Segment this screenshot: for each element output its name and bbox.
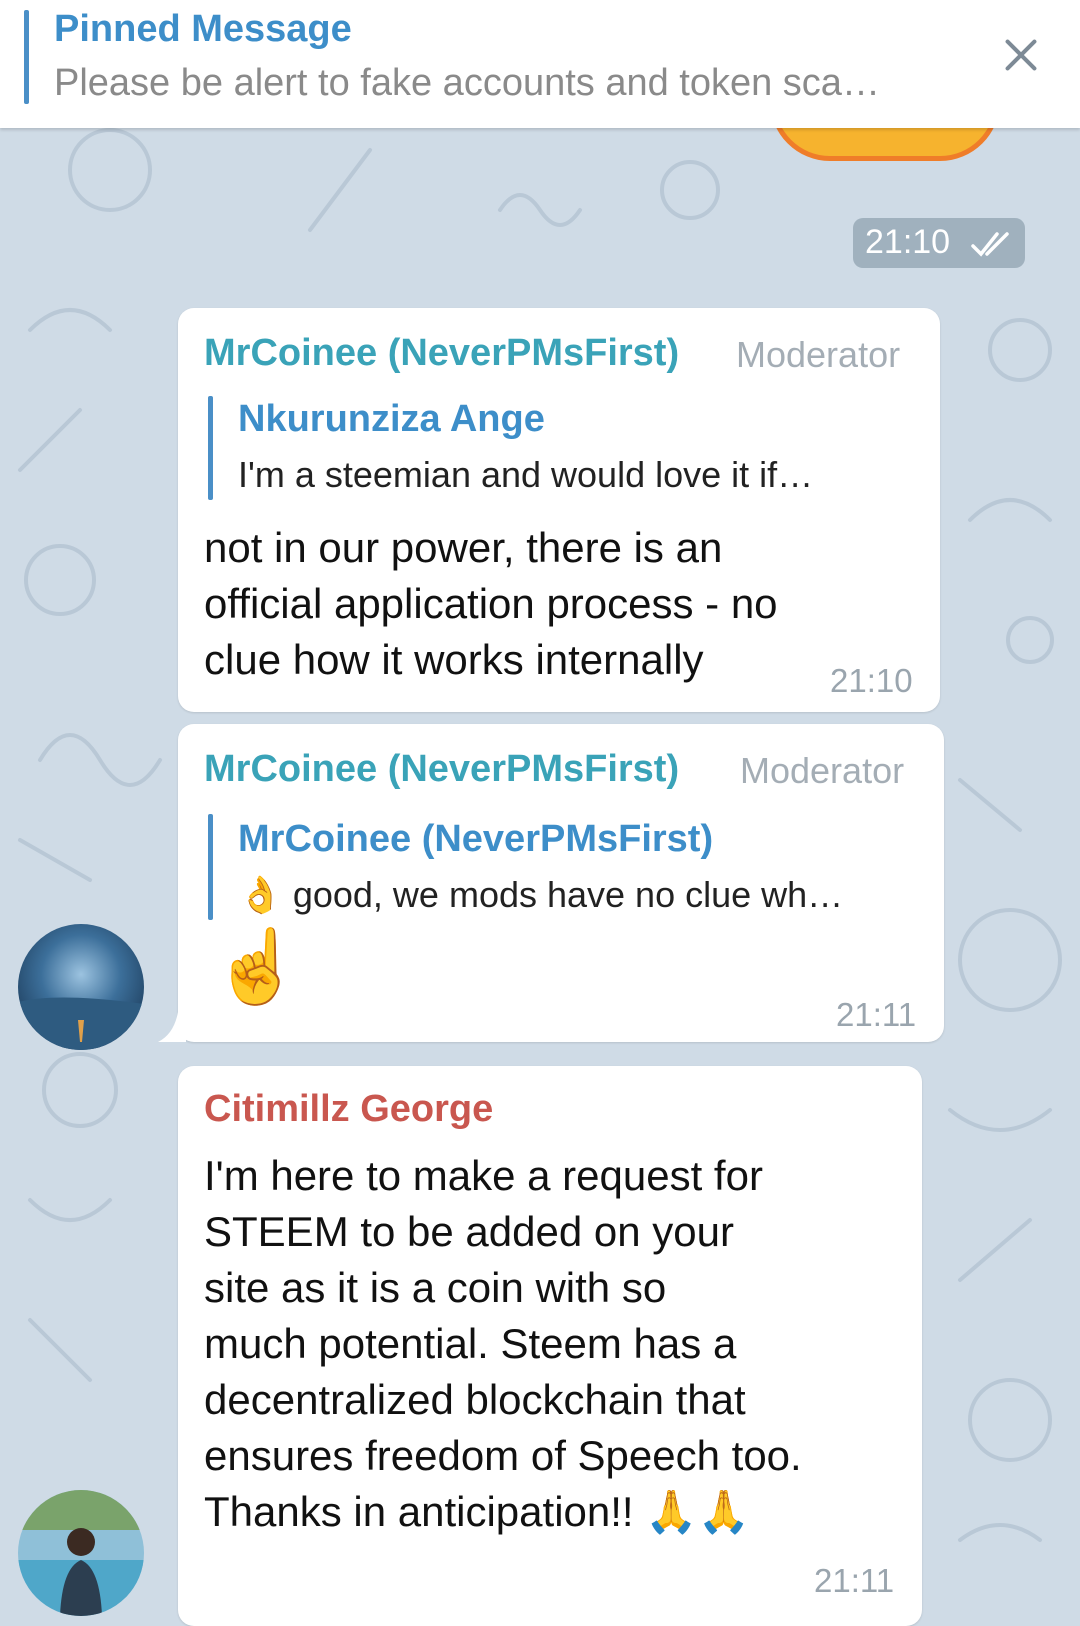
- message-line: STEEM to be added on your: [204, 1208, 734, 1255]
- ok-hand-emoji: 👌: [238, 874, 283, 915]
- sender-name[interactable]: MrCoinee (NeverPMsFirst): [204, 332, 679, 375]
- sender-name[interactable]: MrCoinee (NeverPMsFirst): [204, 748, 679, 791]
- message-line: clue how it works internally: [204, 636, 704, 683]
- message-time: 21:11: [836, 996, 917, 1033]
- message-line: I'm here to make a request for: [204, 1152, 763, 1199]
- message-line: official application process - no: [204, 580, 778, 627]
- reply-accent-bar: [208, 396, 213, 500]
- bubble-tail: [158, 1012, 186, 1042]
- avatar-pool: [18, 1490, 144, 1616]
- message-text: not in our power, there is an official a…: [204, 520, 778, 688]
- own-message-time-text: 21:10: [865, 223, 951, 261]
- avatar[interactable]: [18, 1490, 144, 1616]
- message-line: decentralized blockchain that: [204, 1376, 746, 1423]
- message-line: much potential. Steem has a: [204, 1320, 737, 1367]
- pinned-title: Pinned Message: [54, 8, 352, 50]
- message-bubble[interactable]: MrCoinee (NeverPMsFirst) Moderator MrCoi…: [178, 724, 944, 1042]
- pinned-message-bar[interactable]: Pinned Message Please be alert to fake a…: [0, 0, 1080, 128]
- reply-accent-bar: [208, 814, 213, 920]
- message-bubble[interactable]: Citimillz George I'm here to make a requ…: [178, 1066, 922, 1626]
- reply-name[interactable]: MrCoinee (NeverPMsFirst): [238, 818, 713, 861]
- message-time: 21:11: [814, 1562, 895, 1599]
- avatar[interactable]: [18, 924, 144, 1050]
- role-badge: Moderator: [740, 750, 905, 791]
- double-check-icon: [971, 232, 1009, 257]
- reply-text[interactable]: 👌 good, we mods have no clue wh…: [238, 874, 843, 916]
- message-line: site as it is a coin with so: [204, 1264, 667, 1311]
- pinned-accent-bar: [24, 10, 29, 104]
- close-icon[interactable]: [996, 30, 1046, 80]
- own-message-time: 21:10: [853, 218, 1025, 268]
- message-line: Thanks in anticipation!! 🙏🙏: [204, 1488, 750, 1535]
- sender-name[interactable]: Citimillz George: [204, 1088, 493, 1131]
- message-line: not in our power, there is an: [204, 524, 723, 571]
- message-text: I'm here to make a request for STEEM to …: [204, 1148, 802, 1540]
- reply-text[interactable]: I'm a steemian and would love it if…: [238, 454, 813, 496]
- reply-text-content: good, we mods have no clue wh…: [292, 874, 844, 915]
- message-line: ensures freedom of Speech too.: [204, 1432, 802, 1479]
- message-time: 21:10: [830, 662, 913, 699]
- pinned-text: Please be alert to fake accounts and tok…: [54, 62, 880, 104]
- reply-name[interactable]: Nkurunziza Ange: [238, 398, 545, 441]
- avatar-storm: [18, 924, 144, 1050]
- message-bubble[interactable]: MrCoinee (NeverPMsFirst) Moderator Nkuru…: [178, 308, 940, 712]
- pointing-up-emoji: ☝️: [212, 927, 302, 1007]
- role-badge: Moderator: [736, 334, 901, 375]
